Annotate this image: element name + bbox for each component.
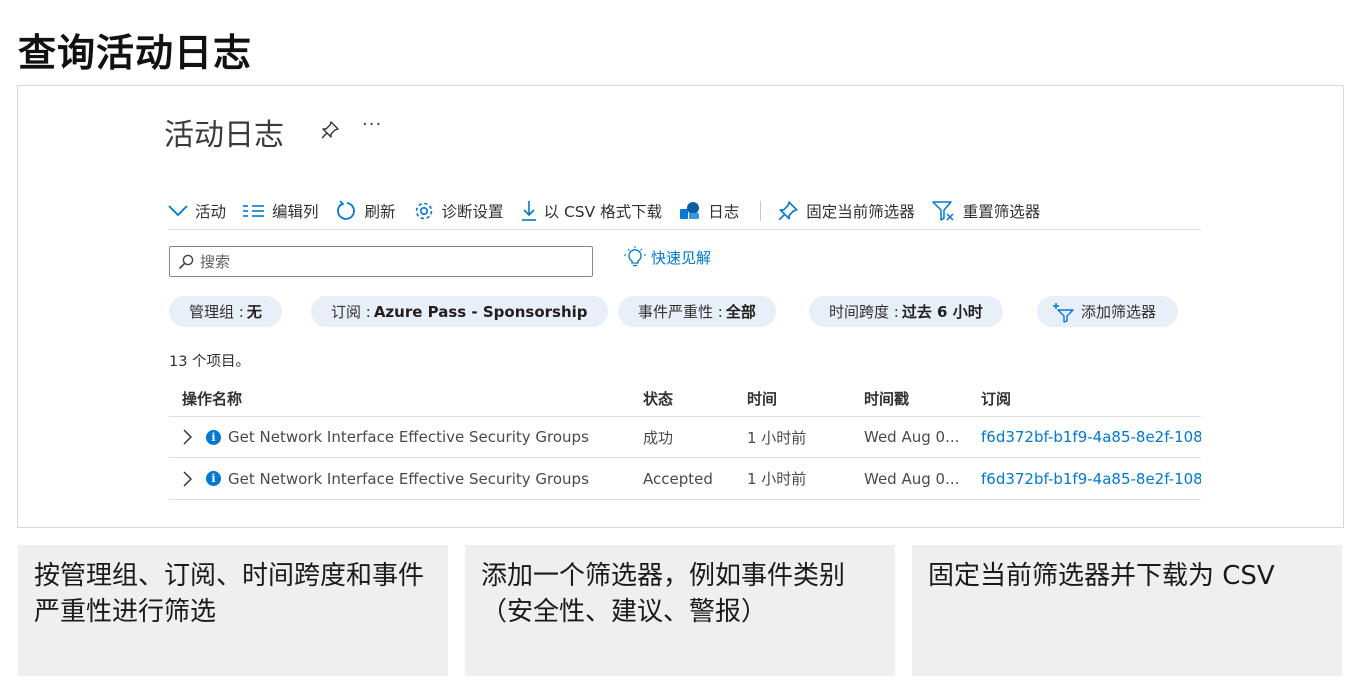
search-placeholder: 搜索 [200, 253, 231, 271]
quick-insights-link[interactable]: 快速见解 [624, 246, 711, 268]
filter-value: 过去 6 小时 [901, 303, 983, 321]
toolbar-divider [760, 200, 762, 221]
column-header-timestamp[interactable]: 时间戳 [864, 380, 974, 416]
add-filter-icon [1053, 302, 1074, 323]
download-csv-button[interactable]: 以 CSV 格式下载 [521, 200, 663, 222]
filter-label: 事件严重性 : [638, 303, 723, 321]
table-row[interactable]: i Get Network Interface Effective Securi… [169, 416, 1201, 458]
reset-filters-button[interactable]: 重置筛选器 [931, 200, 1041, 222]
filter-pill-subscription[interactable]: 订阅 : Azure Pass - Sponsorship [311, 296, 608, 327]
filter-value: 无 [246, 303, 262, 321]
item-count: 13 个项目。 [169, 354, 251, 370]
logs-label: 日志 [708, 202, 740, 221]
table-row[interactable]: i Get Network Interface Effective Securi… [169, 458, 1201, 500]
filter-label: 时间跨度 : [829, 303, 899, 321]
operation-cell: i Get Network Interface Effective Securi… [182, 458, 637, 499]
logs-button[interactable]: 日志 [679, 200, 739, 222]
note-pin-and-download: 固定当前筛选器并下载为 CSV [912, 545, 1342, 676]
blade-title: 活动日志 [164, 118, 284, 153]
time-cell: 1 小时前 [747, 470, 807, 488]
quick-insights-label: 快速见解 [651, 248, 712, 267]
column-header-status[interactable]: 状态 [643, 380, 738, 416]
pin-filters-button[interactable]: 固定当前筛选器 [777, 200, 915, 222]
lightbulb-icon [624, 246, 646, 267]
refresh-icon [336, 199, 355, 220]
filter-pill-timespan[interactable]: 时间跨度 : 过去 6 小时 [809, 296, 1003, 327]
filter-value: 全部 [725, 303, 756, 321]
add-filter-label: 添加筛选器 [1081, 303, 1157, 321]
filter-label: 订阅 : [331, 303, 371, 321]
reset-filters-label: 重置筛选器 [962, 202, 1041, 221]
search-input[interactable]: 搜索 [169, 246, 593, 277]
subscription-link[interactable]: f6d372bf-b1f9-4a85-8e2f-108 [981, 458, 1201, 499]
operation-name: Get Network Interface Effective Security… [228, 428, 589, 446]
column-header-operation[interactable]: 操作名称 [182, 380, 637, 416]
filter-pill-management-group[interactable]: 管理组 :无 [169, 296, 282, 327]
timestamp-cell: Wed Aug 0... [864, 469, 960, 488]
filter-reset-icon [931, 200, 954, 221]
status-cell: 成功 [643, 428, 674, 447]
download-icon [521, 200, 536, 221]
activity-button[interactable]: 活动 [168, 200, 226, 222]
column-header-subscription[interactable]: 订阅 [981, 380, 1201, 416]
filter-pill-event-severity[interactable]: 事件严重性 : 全部 [618, 296, 776, 327]
activity-label: 活动 [195, 202, 227, 221]
pin-icon [778, 200, 798, 220]
chevron-right-icon[interactable] [182, 470, 192, 487]
logs-icon [680, 201, 700, 219]
pin-icon[interactable] [320, 120, 340, 140]
note-add-filter: 添加一个筛选器，例如事件类别（安全性、建议、警报） [465, 545, 895, 676]
filter-label: 管理组 : [189, 303, 244, 321]
subscription-link[interactable]: f6d372bf-b1f9-4a85-8e2f-108 [981, 417, 1201, 457]
diagnostic-settings-label: 诊断设置 [441, 202, 504, 221]
edit-columns-button[interactable]: 编辑列 [243, 200, 319, 222]
refresh-label: 刷新 [364, 202, 396, 221]
status-cell: Accepted [643, 469, 713, 488]
info-icon: i [206, 429, 221, 445]
note-filter-options: 按管理组、订阅、时间跨度和事件严重性进行筛选 [18, 545, 448, 676]
more-options-button[interactable]: ··· [362, 114, 382, 135]
operation-name: Get Network Interface Effective Security… [228, 469, 589, 488]
activity-table: 操作名称 状态 时间 时间戳 订阅 i Get Network Interfac… [169, 380, 1201, 500]
time-cell: 1 小时前 [747, 428, 807, 447]
info-icon: i [206, 471, 221, 486]
timestamp-cell: Wed Aug 0... [864, 428, 960, 446]
slide-title: 查询活动日志 [18, 31, 253, 75]
filter-value: Azure Pass - Sponsorship [373, 302, 588, 321]
download-csv-label: 以 CSV 格式下载 [543, 202, 663, 221]
diagnostic-settings-button[interactable]: 诊断设置 [413, 200, 504, 222]
edit-columns-label: 编辑列 [272, 202, 319, 221]
pin-filters-label: 固定当前筛选器 [806, 202, 915, 221]
table-header: 操作名称 状态 时间 时间戳 订阅 [169, 380, 1201, 416]
activity-log-blade: 活动日志 ··· 活动 编辑列 刷新 诊断设置 以 CSV 格式下载 日志 固定… [17, 85, 1344, 528]
chevron-down-icon [168, 204, 188, 216]
columns-icon [243, 204, 265, 217]
operation-cell: i Get Network Interface Effective Securi… [182, 417, 637, 457]
add-filter-button[interactable]: 添加筛选器 [1037, 296, 1179, 327]
gear-icon [415, 202, 432, 219]
column-header-time[interactable]: 时间 [747, 380, 857, 416]
refresh-button[interactable]: 刷新 [336, 199, 396, 222]
chevron-right-icon[interactable] [182, 429, 192, 445]
search-icon [178, 254, 194, 269]
toolbar: 活动 编辑列 刷新 诊断设置 以 CSV 格式下载 日志 固定当前筛选器 重置筛… [168, 192, 1201, 230]
